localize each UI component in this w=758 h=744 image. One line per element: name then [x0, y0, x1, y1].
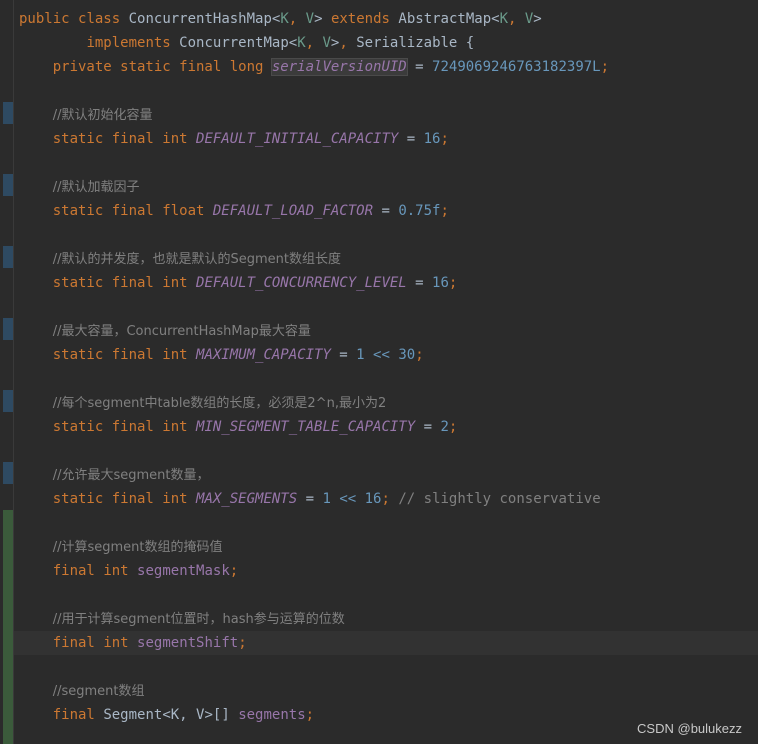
constant-name: MAXIMUM_CAPACITY	[196, 347, 331, 363]
comment: //允许最大segment数量，	[52, 468, 210, 483]
modifiers: static final int	[52, 347, 188, 363]
code-line: static final int DEFAULT_INITIAL_CAPACIT…	[52, 131, 449, 147]
code-editor[interactable]: public class ConcurrentHashMap<K, V> ext…	[14, 7, 758, 727]
editor-gutter	[0, 0, 14, 744]
modifiers: final	[52, 635, 95, 651]
modifiers: static final int	[52, 275, 188, 291]
change-marker[interactable]	[3, 462, 13, 484]
number-literal: 16	[423, 131, 441, 147]
number-literal: 0.75f	[398, 203, 441, 219]
watermark: CSDN @bulukezz	[637, 721, 742, 736]
number-literal: 16	[432, 275, 449, 291]
type-name: Segment<K, V>[]	[103, 707, 230, 723]
code-line: implements ConcurrentMap<K, V>, Serializ…	[86, 35, 475, 51]
code-line: static final int DEFAULT_CONCURRENCY_LEV…	[52, 275, 458, 291]
code-line: static final int MAXIMUM_CAPACITY = 1 <<…	[52, 347, 424, 363]
type-param: K	[297, 35, 306, 51]
keyword: implements	[86, 35, 171, 51]
code-line: static final float DEFAULT_LOAD_FACTOR =…	[52, 203, 449, 219]
comment: //segment数组	[52, 684, 145, 699]
modifiers: private static final long	[52, 59, 264, 75]
type-param: K	[499, 11, 508, 27]
keyword: class	[78, 11, 121, 27]
field-name-highlighted[interactable]: serialVersionUID	[271, 59, 407, 75]
added-lines-marker[interactable]	[3, 510, 13, 744]
current-code-line[interactable]: final int segmentShift;	[14, 631, 758, 655]
comment: //最大容量，ConcurrentHashMap最大容量	[52, 324, 311, 339]
comment: //默认初始化容量	[52, 108, 153, 123]
change-marker[interactable]	[3, 390, 13, 412]
class-name: ConcurrentHashMap	[128, 11, 272, 27]
code-line: static final int MIN_SEGMENT_TABLE_CAPAC…	[52, 419, 458, 435]
code-line: static final int MAX_SEGMENTS = 1 << 16;…	[52, 491, 601, 507]
type-param: V	[305, 11, 315, 27]
code-line: public class ConcurrentHashMap<K, V> ext…	[19, 11, 542, 27]
code-line: //允许最大segment数量，	[19, 463, 758, 487]
code-line: //默认的并发度，也就是默认的Segment数组长度	[19, 247, 758, 271]
code-line: //计算segment数组的掩码值	[19, 535, 758, 559]
code-line: //默认加载因子	[19, 175, 758, 199]
modifiers: static final int	[52, 491, 188, 507]
field-name: segmentShift	[137, 635, 239, 651]
number-literal: 1 << 16	[322, 491, 382, 507]
comment: //用于计算segment位置时，hash参与运算的位数	[52, 612, 345, 627]
code-line: //默认初始化容量	[19, 103, 758, 127]
comment: //每个segment中table数组的长度，必须是2^n,最小为2	[52, 396, 387, 411]
constant-name: DEFAULT_CONCURRENCY_LEVEL	[196, 275, 407, 291]
number-literal: 2	[440, 419, 449, 435]
change-marker[interactable]	[3, 102, 13, 124]
comment: //计算segment数组的掩码值	[52, 540, 223, 555]
field-name: segments	[238, 707, 306, 723]
superclass-name: AbstractMap	[398, 11, 492, 27]
interface-name: Serializable	[356, 35, 458, 51]
code-line: final int segmentMask;	[52, 563, 239, 579]
modifiers: static final int	[52, 419, 188, 435]
type-param: K	[280, 11, 289, 27]
field-name: segmentMask	[137, 563, 230, 579]
change-marker[interactable]	[3, 174, 13, 196]
constant-name: DEFAULT_INITIAL_CAPACITY	[196, 131, 399, 147]
keyword: public	[19, 11, 70, 27]
code-line: private static final long serialVersionU…	[52, 59, 610, 75]
constant-name: DEFAULT_LOAD_FACTOR	[212, 203, 374, 219]
type-param: V	[322, 35, 331, 51]
code-line: //最大容量，ConcurrentHashMap最大容量	[19, 319, 758, 343]
code-line: //每个segment中table数组的长度，必须是2^n,最小为2	[19, 391, 758, 415]
code-line: //segment数组	[19, 679, 758, 703]
comment: //默认的并发度，也就是默认的Segment数组长度	[52, 252, 341, 267]
number-literal: 1 << 30	[356, 347, 416, 363]
modifiers: final	[52, 707, 95, 723]
change-marker[interactable]	[3, 246, 13, 268]
keyword: extends	[330, 11, 390, 27]
constant-name: MIN_SEGMENT_TABLE_CAPACITY	[196, 419, 416, 435]
modifiers: static final int	[52, 131, 188, 147]
modifiers: final	[52, 563, 95, 579]
interface-name: ConcurrentMap	[179, 35, 289, 51]
type-name: int	[103, 563, 129, 579]
inline-comment: // slightly conservative	[398, 491, 601, 507]
constant-name: MAX_SEGMENTS	[196, 491, 298, 507]
change-marker[interactable]	[3, 318, 13, 340]
modifiers: static final float	[52, 203, 205, 219]
comment: //默认加载因子	[52, 180, 140, 195]
code-line: //用于计算segment位置时，hash参与运算的位数	[19, 607, 758, 631]
number-literal: 7249069246763182397L	[432, 59, 601, 75]
type-name: int	[103, 635, 129, 651]
